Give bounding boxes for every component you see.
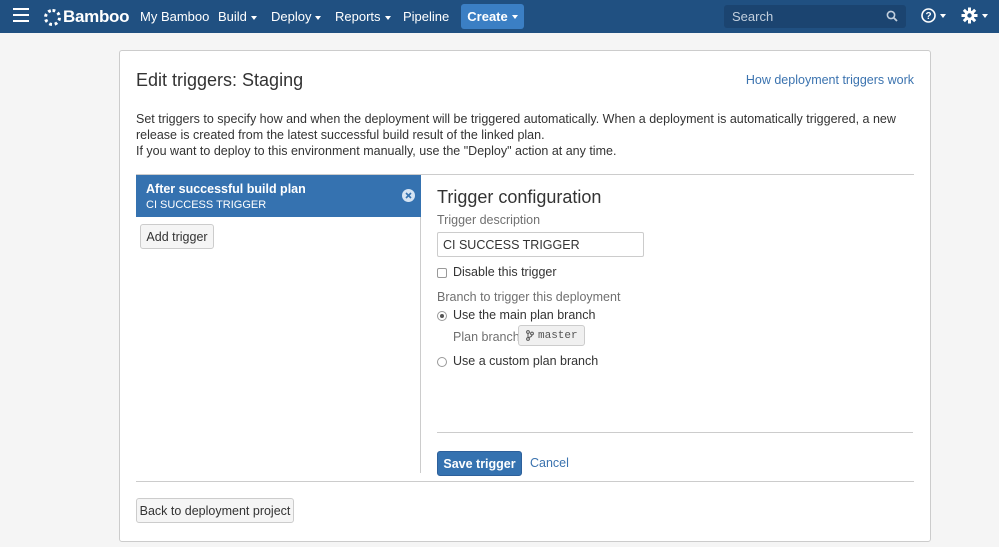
add-trigger-button[interactable]: Add trigger: [140, 224, 214, 249]
custom-branch-radio[interactable]: [437, 357, 447, 367]
edit-triggers-panel: Edit triggers: Staging How deployment tr…: [119, 50, 931, 542]
divider: [136, 481, 914, 482]
chevron-down-icon: [384, 15, 391, 20]
nav-deploy[interactable]: Deploy: [271, 9, 322, 24]
chevron-down-icon: [315, 15, 322, 20]
main-branch-radio[interactable]: [437, 311, 447, 321]
gear-icon: [961, 7, 978, 24]
trigger-description-input[interactable]: [437, 232, 644, 257]
branch-icon: [526, 330, 534, 341]
nav-build[interactable]: Build: [218, 9, 257, 24]
search-input[interactable]: [724, 5, 906, 28]
branch-section-label: Branch to trigger this deployment: [437, 290, 621, 304]
disable-trigger-checkbox[interactable]: [437, 268, 447, 278]
settings-menu[interactable]: [961, 7, 988, 24]
nav-deploy-label: Deploy: [271, 9, 312, 24]
svg-text:?: ?: [925, 11, 931, 22]
trigger-item-selected[interactable]: After successful build plan CI SUCCESS T…: [136, 175, 421, 217]
nav-build-label: Build: [218, 9, 247, 24]
page-description: Set triggers to specify how and when the…: [136, 111, 916, 159]
trigger-configuration: Trigger configuration Trigger descriptio…: [421, 174, 914, 476]
back-to-deployment-project-button[interactable]: Back to deployment project: [136, 498, 294, 523]
search-icon[interactable]: [886, 10, 898, 22]
cancel-link[interactable]: Cancel: [530, 456, 569, 470]
nav-my-bamboo[interactable]: My Bamboo: [140, 9, 209, 24]
config-title: Trigger configuration: [437, 187, 602, 207]
nav-reports-label: Reports: [335, 9, 381, 24]
divider: [437, 432, 913, 433]
save-trigger-button[interactable]: Save trigger: [437, 451, 522, 476]
page-title: Edit triggers: Staging: [136, 70, 304, 90]
top-navigation-bar: Bamboo My Bamboo Build Deploy Reports Pi…: [0, 0, 999, 33]
trigger-list: After successful build plan CI SUCCESS T…: [136, 174, 421, 473]
search-box: [724, 5, 906, 28]
menu-icon[interactable]: [13, 8, 29, 22]
bamboo-logo-icon: [44, 8, 61, 26]
description-line-1: Set triggers to specify how and when the…: [136, 112, 896, 142]
nav-pipeline[interactable]: Pipeline: [403, 9, 449, 24]
chevron-down-icon: [250, 15, 257, 20]
trigger-description-label: Trigger description: [437, 213, 541, 227]
create-label: Create: [467, 9, 508, 24]
main-branch-label[interactable]: Use the main plan branch: [453, 308, 595, 322]
bamboo-logo[interactable]: Bamboo: [44, 7, 130, 27]
create-button[interactable]: Create: [461, 4, 524, 29]
remove-trigger-icon[interactable]: [402, 189, 415, 202]
chevron-down-icon: [982, 13, 988, 18]
chevron-down-icon: [940, 13, 946, 18]
trigger-name: After successful build plan: [146, 182, 306, 196]
help-menu[interactable]: ?: [921, 8, 946, 23]
trigger-description: CI SUCCESS TRIGGER: [146, 199, 267, 211]
logo-text: Bamboo: [63, 7, 130, 26]
disable-trigger-label[interactable]: Disable this trigger: [453, 265, 557, 279]
deployment-triggers-help-link[interactable]: How deployment triggers work: [746, 73, 914, 87]
custom-branch-label[interactable]: Use a custom plan branch: [453, 354, 598, 368]
nav-reports[interactable]: Reports: [335, 9, 391, 24]
description-line-2: If you want to deploy to this environmen…: [136, 144, 617, 158]
plan-branch-selector[interactable]: master: [518, 325, 585, 346]
plan-branch-label: Plan branch: [453, 330, 520, 344]
chevron-down-icon: [511, 14, 518, 19]
plan-branch-value: master: [538, 329, 578, 342]
help-icon: ?: [921, 8, 936, 23]
